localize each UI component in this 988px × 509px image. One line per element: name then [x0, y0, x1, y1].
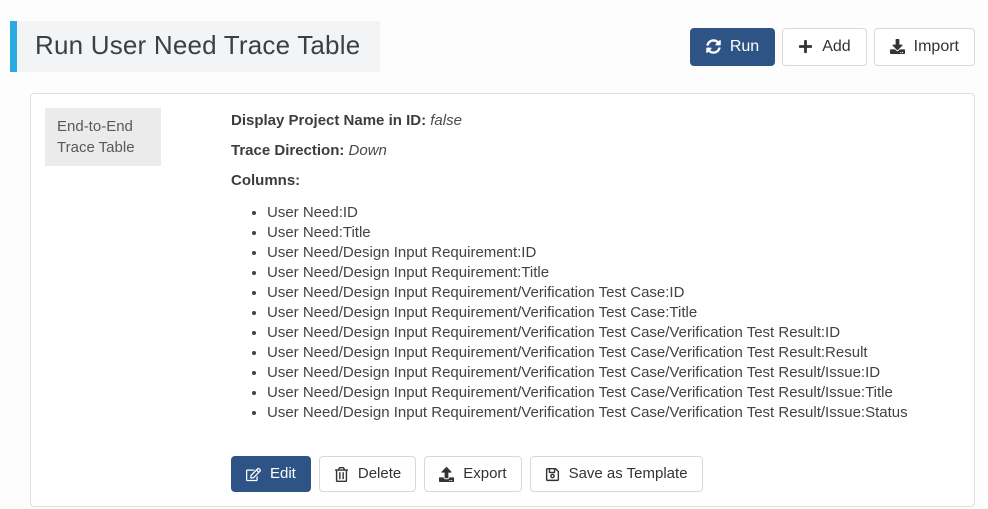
save-icon	[545, 467, 560, 482]
page-title: Run User Need Trace Table	[10, 21, 380, 72]
upload-icon	[439, 467, 454, 482]
export-button[interactable]: Export	[424, 456, 521, 492]
column-list-item: User Need:ID	[267, 203, 960, 223]
edit-button-label: Edit	[270, 464, 296, 484]
column-list-item: User Need/Design Input Requirement/Verif…	[267, 303, 960, 323]
import-button-label: Import	[914, 37, 959, 57]
download-icon	[890, 39, 905, 54]
display-project-label: Display Project Name in ID:	[231, 112, 426, 129]
column-list-item: User Need/Design Input Requirement:Title	[267, 263, 960, 283]
tab-end-to-end-trace-table[interactable]: End-to-End Trace Table	[45, 108, 161, 166]
column-list-item: User Need/Design Input Requirement/Verif…	[267, 363, 960, 383]
column-list-item: User Need:Title	[267, 223, 960, 243]
action-bar: Edit Delete Export Save as Template	[231, 456, 960, 492]
sync-icon	[706, 39, 721, 54]
plus-icon	[798, 39, 813, 54]
edit-icon	[246, 467, 261, 482]
columns-list: User Need:IDUser Need:TitleUser Need/Des…	[231, 203, 960, 423]
export-button-label: Export	[463, 464, 506, 484]
column-list-item: User Need/Design Input Requirement/Verif…	[267, 403, 960, 423]
toolbar: Run Add Import	[690, 28, 975, 66]
column-list-item: User Need/Design Input Requirement/Verif…	[267, 383, 960, 403]
delete-button-label: Delete	[358, 464, 401, 484]
page-header: Run User Need Trace Table Run Add Import	[0, 0, 988, 72]
save-as-template-button[interactable]: Save as Template	[530, 456, 703, 492]
trace-direction-value: Down	[349, 142, 387, 159]
trace-table-panel: End-to-End Trace Table Display Project N…	[30, 93, 975, 507]
trace-direction-label: Trace Direction:	[231, 142, 344, 159]
edit-button[interactable]: Edit	[231, 456, 311, 492]
column-list-item: User Need/Design Input Requirement/Verif…	[267, 283, 960, 303]
import-button[interactable]: Import	[874, 28, 975, 66]
panel-sidebar: End-to-End Trace Table	[45, 108, 201, 492]
save-as-template-button-label: Save as Template	[569, 464, 688, 484]
trace-direction-field: Trace Direction: Down	[231, 142, 960, 159]
add-button[interactable]: Add	[782, 28, 866, 66]
run-button-label: Run	[730, 37, 759, 57]
add-button-label: Add	[822, 37, 850, 57]
run-button[interactable]: Run	[690, 28, 775, 66]
columns-heading: Columns:	[231, 172, 960, 189]
column-list-item: User Need/Design Input Requirement:ID	[267, 243, 960, 263]
trash-icon	[334, 467, 349, 482]
delete-button[interactable]: Delete	[319, 456, 416, 492]
display-project-value: false	[430, 112, 462, 129]
column-list-item: User Need/Design Input Requirement/Verif…	[267, 323, 960, 343]
display-project-field: Display Project Name in ID: false	[231, 112, 960, 129]
columns-label: Columns:	[231, 172, 300, 189]
column-list-item: User Need/Design Input Requirement/Verif…	[267, 343, 960, 363]
panel-content: Display Project Name in ID: false Trace …	[201, 108, 960, 492]
